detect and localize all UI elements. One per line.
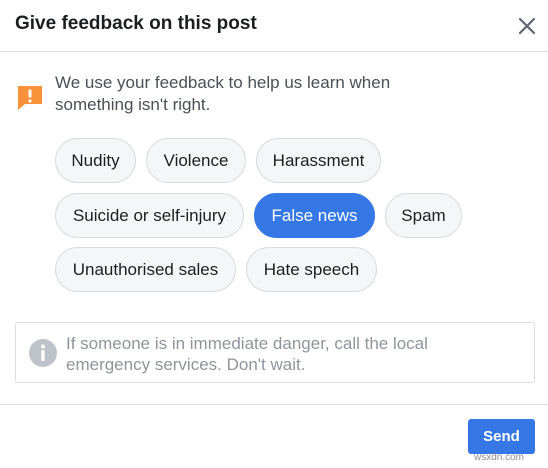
option-unauthorised-sales[interactable]: Unauthorised sales bbox=[55, 247, 236, 292]
option-nudity[interactable]: Nudity bbox=[55, 138, 136, 183]
close-icon[interactable] bbox=[513, 12, 541, 40]
exclamation-flag-icon bbox=[15, 82, 45, 112]
watermark: wsxdn.com bbox=[474, 452, 525, 463]
option-harassment[interactable]: Harassment bbox=[256, 138, 381, 183]
option-spam[interactable]: Spam bbox=[385, 193, 462, 238]
intro-text: We use your feedback to help us learn wh… bbox=[55, 73, 391, 114]
dialog-title: Give feedback on this post bbox=[15, 13, 257, 34]
dialog-header: Give feedback on this post bbox=[0, 0, 548, 52]
option-suicide-or-self-injury[interactable]: Suicide or self-injury bbox=[55, 193, 244, 238]
option-violence[interactable]: Violence bbox=[146, 138, 246, 183]
emergency-notice: If someone is in immediate danger, call … bbox=[15, 322, 535, 383]
feedback-dialog: Give feedback on this post We use your f… bbox=[0, 0, 548, 468]
notice-text: If someone is in immediate danger, call … bbox=[66, 334, 428, 374]
option-false-news[interactable]: False news bbox=[254, 193, 375, 238]
info-icon bbox=[28, 338, 58, 368]
footer-divider bbox=[0, 404, 548, 405]
send-button[interactable]: Send bbox=[468, 419, 535, 454]
option-hate-speech[interactable]: Hate speech bbox=[246, 247, 377, 292]
